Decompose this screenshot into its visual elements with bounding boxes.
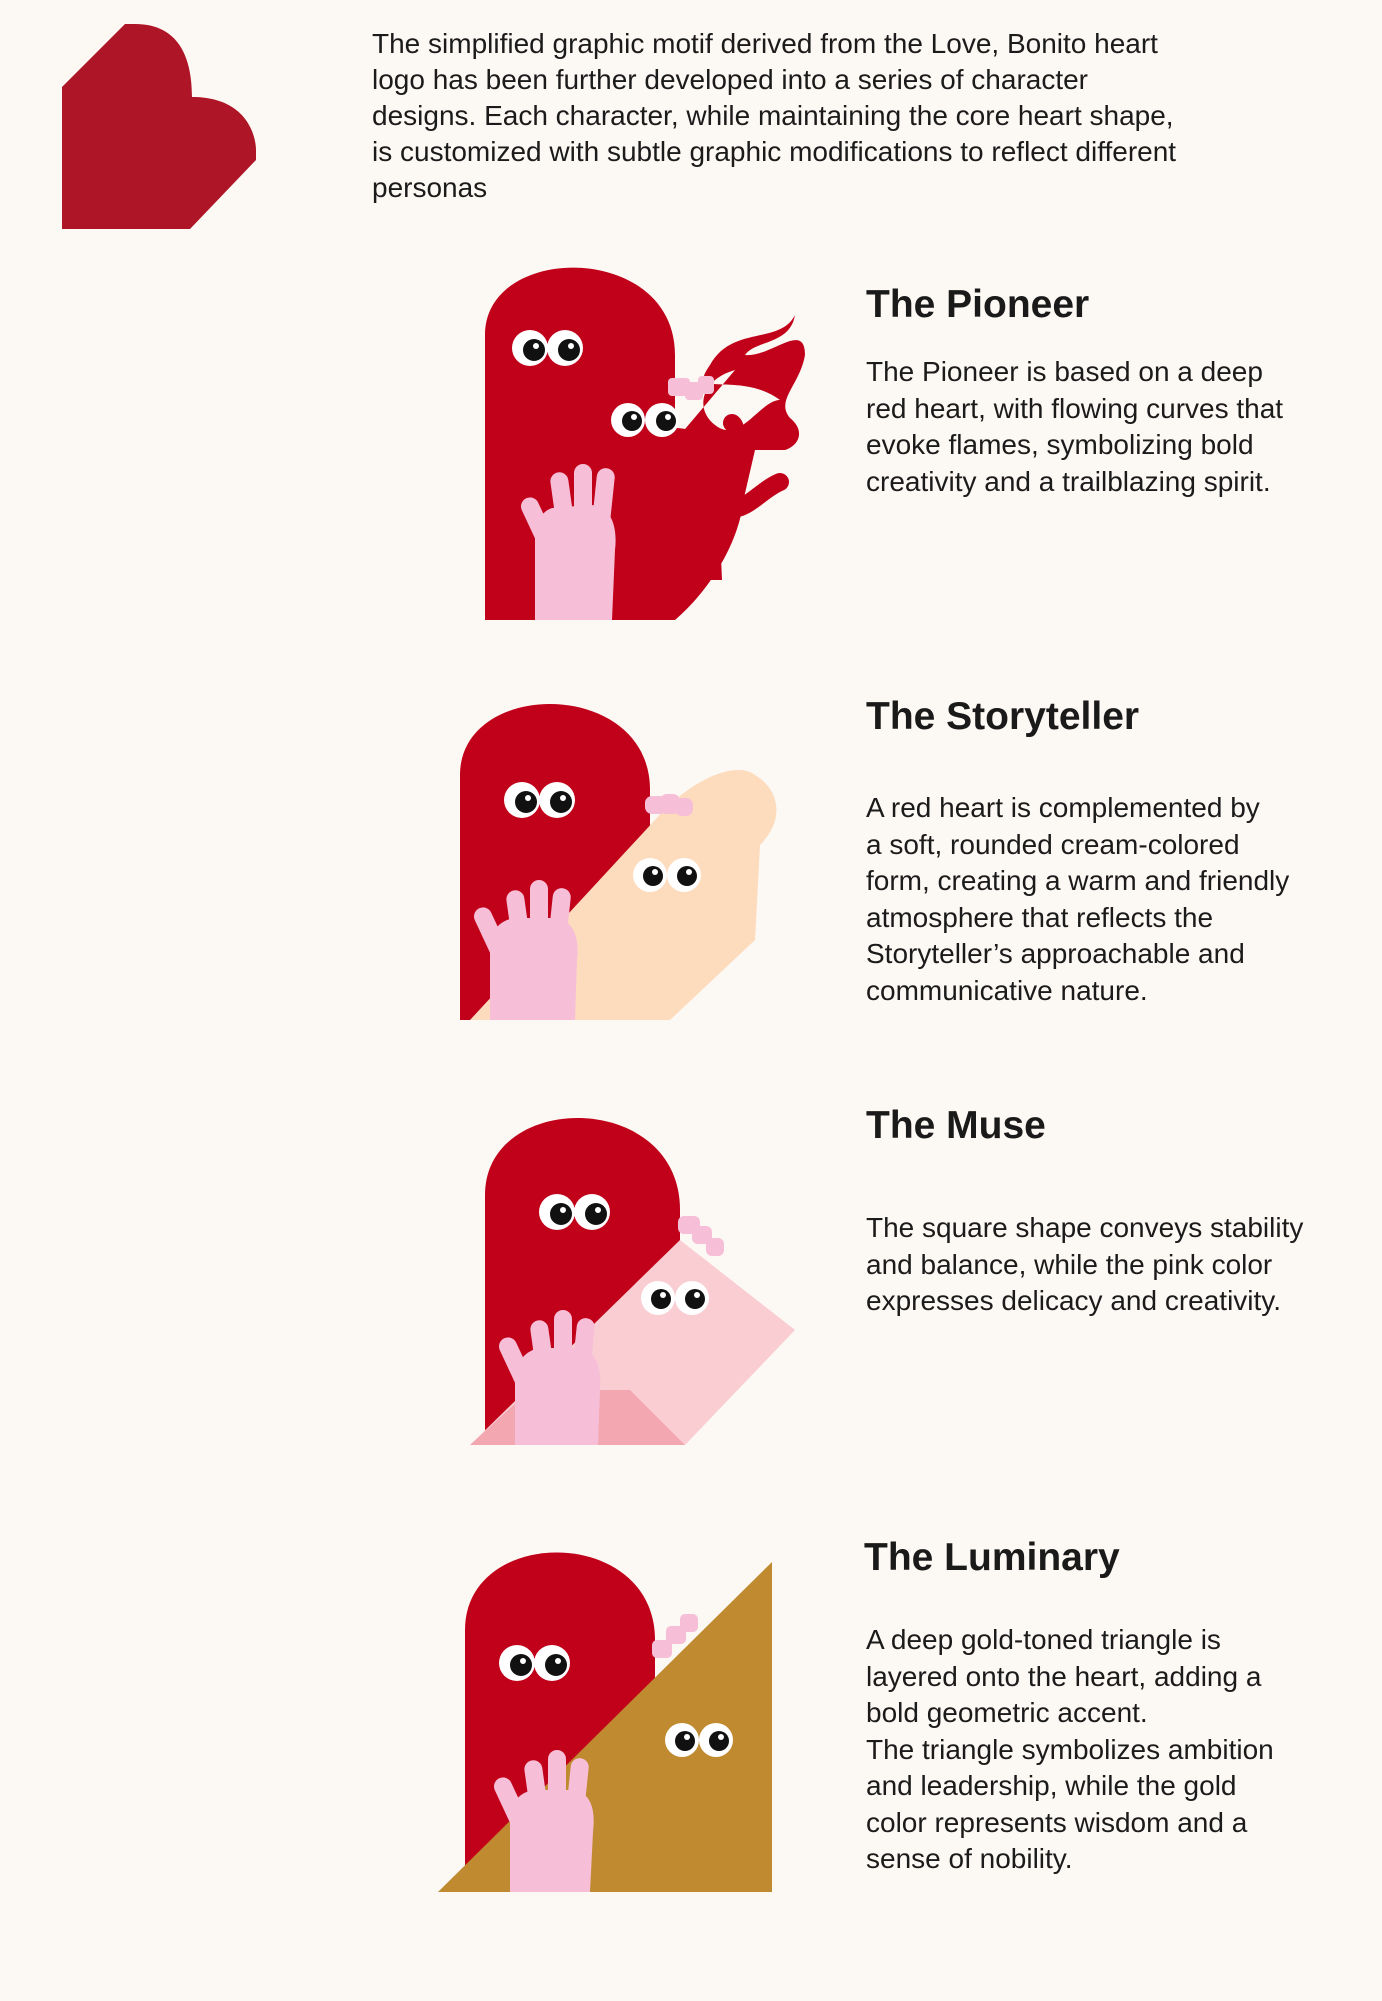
pioneer-description: The Pioneer is based on a deep red heart… [866, 356, 1284, 497]
luminary-title: The Luminary [864, 1536, 1120, 1579]
muse-illustration [470, 1118, 795, 1445]
storyteller-title: The Storyteller [866, 695, 1140, 738]
storyteller-description: A red heart is complemented by a soft, r… [866, 792, 1290, 1006]
heart-logo-icon [62, 24, 256, 229]
luminary-illustration [438, 1552, 772, 1892]
storyteller-illustration [460, 704, 777, 1020]
muse-description: The square shape conveys stability and b… [866, 1212, 1304, 1316]
muse-title: The Muse [866, 1104, 1046, 1147]
pioneer-illustration [485, 267, 805, 620]
pioneer-title: The Pioneer [866, 283, 1090, 326]
intro-text: The simplified graphic motif derived fro… [372, 28, 1177, 203]
luminary-description: A deep gold-toned triangle is layered on… [866, 1624, 1274, 1874]
